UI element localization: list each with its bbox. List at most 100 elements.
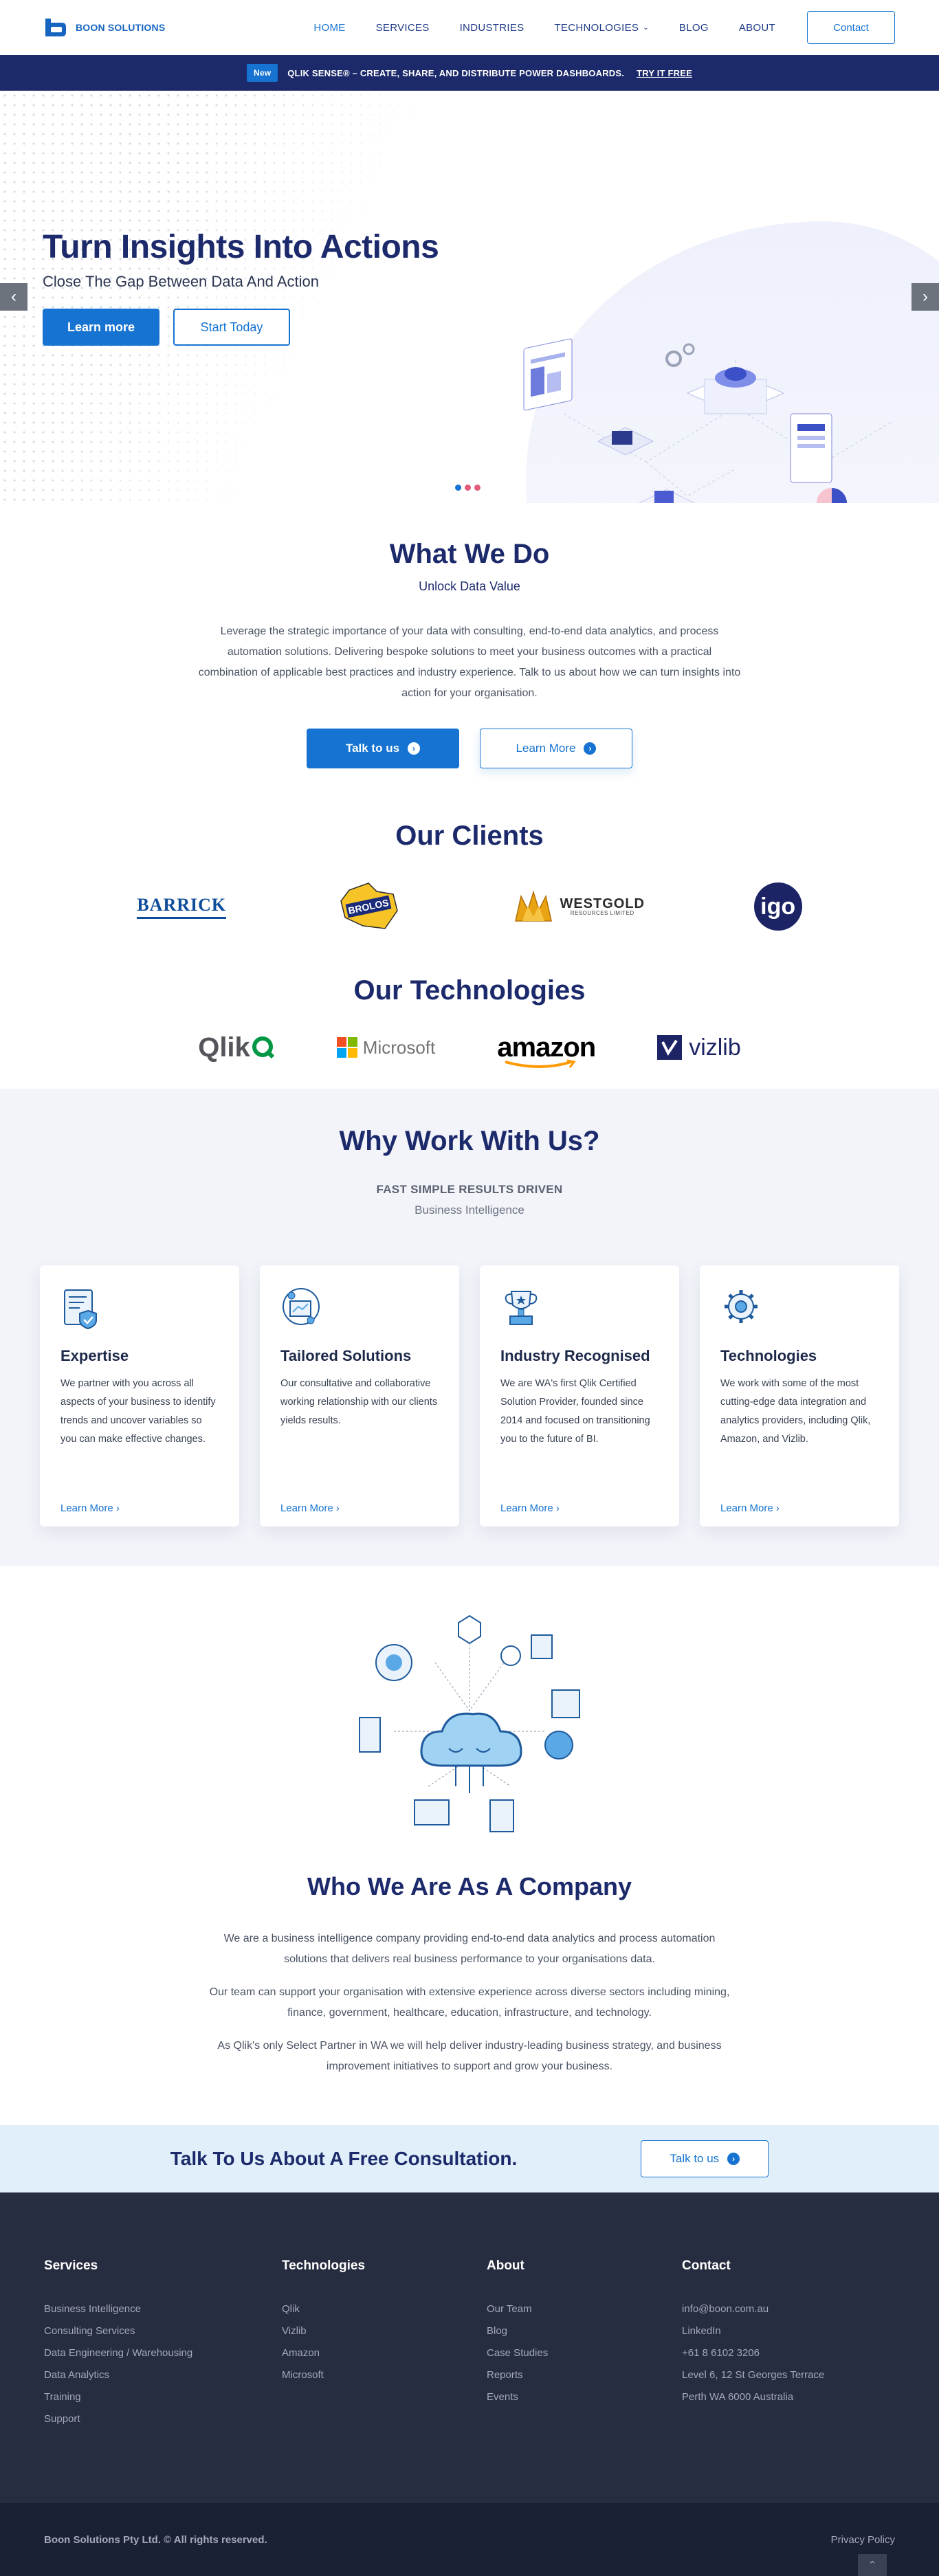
amazon-smile-icon [505,1059,576,1068]
card-body: We partner with you across all aspects o… [60,1378,216,1445]
footer-link[interactable]: Data Engineering / Warehousing [44,2342,282,2364]
what-we-do-title: What We Do [389,539,550,569]
brand-name: BOON SOLUTIONS [76,22,166,33]
start-today-button[interactable]: Start Today [173,309,290,346]
footer-technologies: Technologies Qlik Vizlib Amazon Microsof… [282,2258,487,2503]
why-eyebrow-secondary: Business Intelligence [415,1203,524,1217]
footer-heading: Contact [682,2258,731,2273]
slider-prev-button[interactable]: ‹ [0,283,27,311]
arrow-circle-icon: › [408,742,421,755]
slide-dot-1[interactable] [455,485,461,491]
nav-about[interactable]: ABOUT [724,22,791,34]
nav-services[interactable]: SERVICES [361,22,445,34]
card-body: We are WA's first Qlik Certified Solutio… [500,1378,650,1445]
brolos-logo: BROLOS [340,882,398,929]
what-we-do-body: Leverage the strategic importance of you… [198,625,741,699]
footer-link[interactable]: Reports [487,2364,682,2386]
contact-email-link[interactable]: info@boon.com.au [682,2298,824,2320]
slide-dot-3[interactable] [474,485,480,491]
card-tailored-solutions: Tailored Solutions Our consultative and … [260,1265,459,1526]
hero-content: Turn Insights Into Actions Close The Gap… [43,228,439,346]
footer-link[interactable]: Training [44,2386,282,2408]
slider-next-button[interactable]: › [912,283,939,311]
learn-more-outline-button[interactable]: Learn More › [480,729,632,768]
card-learn-more-link[interactable]: Learn More › [280,1502,340,1514]
address-line-2: Perth WA 6000 Australia [682,2391,794,2403]
cta-button-label: Talk to us [670,2152,720,2165]
qlik-q-icon [252,1036,274,1059]
westgold-emblem-icon [515,890,553,922]
qlik-wordmark: Qlik [198,1032,250,1063]
address-line-1: Level 6, 12 St Georges Terrace [682,2369,825,2381]
westgold-tagline: RESOURCES LIMITED [570,909,634,916]
cta-heading: Talk To Us About A Free Consultation. [170,2148,518,2169]
talk-to-us-button[interactable]: Talk to us › [307,729,459,768]
main-menu: HOME SERVICES INDUSTRIES TECHNOLOGIES ⌄ B… [298,11,895,44]
nav-blog[interactable]: BLOG [664,22,724,34]
westgold-logo: WESTGOLD RESOURCES LIMITED [513,889,645,924]
footer-bottom-bar: Boon Solutions Pty Ltd. © All rights res… [0,2503,939,2576]
footer-link[interactable]: Data Analytics [44,2364,282,2386]
certificate-shield-icon [64,1289,97,1330]
footer-link[interactable]: Consulting Services [44,2320,282,2342]
barrick-logo: BARRICK [137,895,227,919]
clients-title: Our Clients [395,821,544,851]
card-title: Industry Recognised [500,1347,650,1364]
card-body: We work with some of the most cutting-ed… [720,1378,871,1445]
footer-link[interactable]: Our Team [487,2298,682,2320]
promo-banner: New QLIK SENSE® – CREATE, SHARE, AND DIS… [0,55,939,91]
clients-section: Our Clients BARRICK BROLOS WESTGOLD RESO… [0,768,939,934]
nav-technologies[interactable]: TECHNOLOGIES ⌄ [539,22,663,34]
who-title: Who We Are As A Company [307,1872,632,1900]
westgold-name: WESTGOLD [560,896,645,911]
banner-text: QLIK SENSE® – CREATE, SHARE, AND DISTRIB… [287,67,625,78]
cta-talk-to-us-button[interactable]: Talk to us › [641,2140,769,2177]
data-platform-illustration [523,338,894,503]
footer-link[interactable]: Microsoft [282,2364,487,2386]
who-we-are-section: Who We Are As A Company We are a busines… [0,1566,939,2077]
who-paragraph-3: As Qlik's only Select Partner in WA we w… [217,2040,722,2072]
linkedin-link[interactable]: LinkedIn [682,2320,824,2342]
footer-about: About Our Team Blog Case Studies Reports… [487,2258,682,2503]
new-badge: New [246,64,278,82]
contact-button[interactable]: Contact [807,11,895,44]
what-we-do-section: What We Do Unlock Data Value Leverage th… [0,503,939,768]
brand-logo[interactable]: BOON SOLUTIONS [44,17,165,38]
scroll-to-top-button[interactable]: ⌃ [858,2554,887,2576]
card-industry-recognised: Industry Recognised We are WA's first Ql… [480,1265,679,1526]
learn-more-label: Learn More [516,742,576,755]
technology-logos: Qlik Microsoft amazon vizlib [0,1027,939,1068]
try-it-free-link[interactable]: TRY IT FREE [637,68,692,78]
learn-more-button[interactable]: Learn more [43,309,159,346]
card-body: Our consultative and collaborative worki… [280,1378,438,1426]
hero-buttons: Learn more Start Today [43,309,439,346]
slider-pagination [455,485,480,491]
card-technologies: Technologies We work with some of the mo… [700,1265,899,1526]
footer-contact: Contact info@boon.com.au LinkedIn +61 8 … [682,2258,824,2503]
footer-link[interactable]: Events [487,2386,682,2408]
slide-dot-2[interactable] [465,485,471,491]
what-we-do-buttons: Talk to us › Learn More › [0,729,939,768]
footer-link[interactable]: Case Studies [487,2342,682,2364]
footer-services: Services Business Intelligence Consultin… [44,2258,282,2503]
footer-link[interactable]: Qlik [282,2298,487,2320]
cloud-network-illustration [359,1614,580,1832]
nav-home[interactable]: HOME [298,22,360,34]
footer-link[interactable]: Blog [487,2320,682,2342]
amazon-logo: amazon [497,1032,596,1068]
card-learn-more-link[interactable]: Learn More › [720,1502,780,1514]
nav-industries[interactable]: INDUSTRIES [445,22,540,34]
card-learn-more-link[interactable]: Learn More › [500,1502,560,1514]
hero-subtitle: Close The Gap Between Data And Action [43,273,319,290]
footer-link[interactable]: Amazon [282,2342,487,2364]
footer-link[interactable]: Business Intelligence [44,2298,282,2320]
card-learn-more-link[interactable]: Learn More › [60,1502,120,1514]
footer-link[interactable]: Support [44,2408,282,2430]
contact-phone-link[interactable]: +61 8 6102 3206 [682,2342,824,2364]
nav-technologies-label: TECHNOLOGIES [554,21,639,34]
footer-link[interactable]: Vizlib [282,2320,487,2342]
hero-slider: Turn Insights Into Actions Close The Gap… [0,91,939,503]
footer-columns: Services Business Intelligence Consultin… [0,2192,939,2503]
qlik-logo: Qlik [198,1032,275,1063]
privacy-policy-link[interactable]: Privacy Policy [831,2534,895,2546]
